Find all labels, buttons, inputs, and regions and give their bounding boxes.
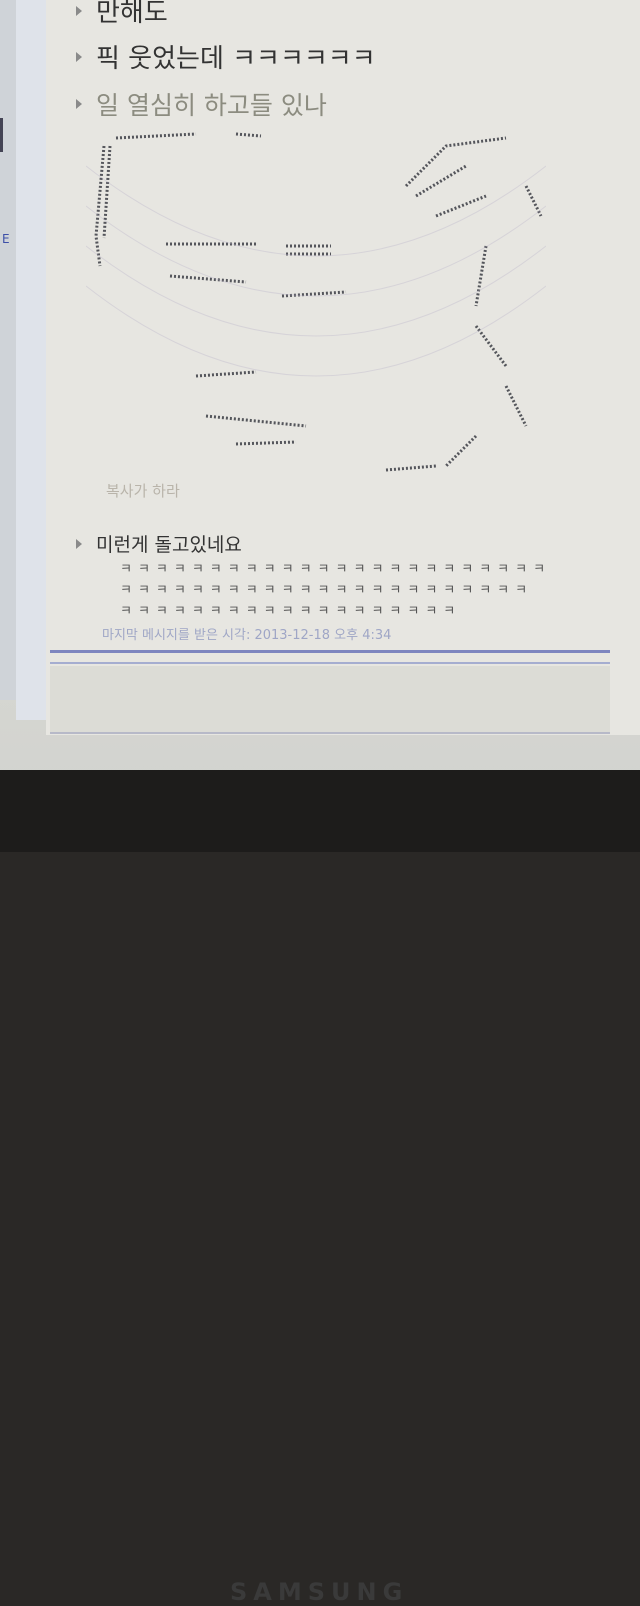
input-divider-secondary (50, 662, 610, 664)
bullet-arrow-icon (76, 5, 82, 16)
window-frame (16, 0, 48, 720)
ascii-art-image (86, 132, 546, 472)
last-message-timestamp: 마지막 메시지를 받은 시각: 2013-12-18 오후 4:34 (102, 628, 392, 643)
bullet-arrow-icon (76, 538, 82, 549)
laughter-line: ㅋㅋㅋㅋㅋㅋㅋㅋㅋㅋㅋㅋㅋㅋㅋㅋㅋㅋㅋㅋㅋㅋㅋ (120, 583, 534, 598)
sidebar-letter: E (2, 232, 10, 246)
laughter-line: ㅋㅋㅋㅋㅋㅋㅋㅋㅋㅋㅋㅋㅋㅋㅋㅋㅋㅋㅋ (120, 604, 462, 619)
monitor-bezel: SAMSUNG (0, 770, 640, 1606)
bullet-arrow-icon (76, 51, 82, 62)
message-text: 일 열심히 하고들 있나 (96, 91, 327, 120)
bullet-arrow-icon (76, 99, 82, 109)
image-caption: 복사가 하라 (106, 482, 180, 500)
message-row: 일 열심히 하고들 있나 (76, 86, 327, 122)
monitor-screen: E 만해도 픽 웃었는데 ㅋㅋㅋㅋㅋㅋ 일 열심히 하고들 있나 복사가 하라 … (0, 0, 640, 790)
message-text: 미런게 돌고있네요 (96, 534, 242, 556)
message-text: 픽 웃었는데 ㅋㅋㅋㅋㅋㅋ (96, 44, 376, 74)
message-row: 픽 웃었는데 ㅋㅋㅋㅋㅋㅋ (76, 38, 376, 75)
message-text: 만해도 (96, 0, 168, 28)
input-divider (50, 650, 610, 653)
left-sidebar-edge: E (0, 0, 17, 700)
monitor-brand-logo: SAMSUNG (230, 1578, 409, 1606)
message-row: 만해도 (76, 0, 168, 29)
message-row: 미런게 돌고있네요 (76, 530, 242, 557)
chat-transcript: 만해도 픽 웃었는데 ㅋㅋㅋㅋㅋㅋ 일 열심히 하고들 있나 복사가 하라 미런… (46, 0, 640, 735)
sidebar-marker (0, 118, 3, 152)
message-input-area[interactable] (50, 666, 610, 734)
laughter-line: ㅋㅋㅋㅋㅋㅋㅋㅋㅋㅋㅋㅋㅋㅋㅋㅋㅋㅋㅋㅋㅋㅋㅋㅋ (120, 562, 552, 577)
